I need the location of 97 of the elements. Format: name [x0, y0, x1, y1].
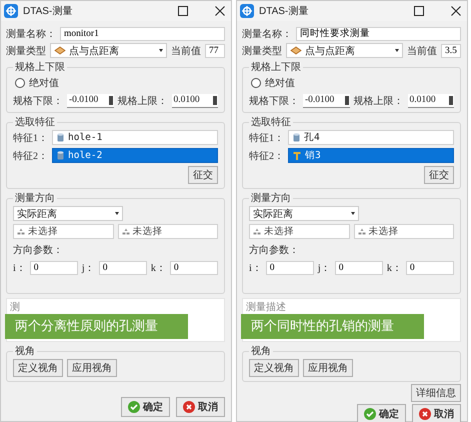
- view-button[interactable]: 应用视角: [303, 359, 353, 377]
- feature-label: 特征2：: [249, 150, 284, 162]
- ok-button[interactable]: 确定: [357, 404, 406, 422]
- swap-feature-button[interactable]: 征交: [424, 166, 454, 184]
- feature-item[interactable]: 销3: [288, 148, 454, 163]
- picker-field[interactable]: 未选择: [118, 224, 218, 239]
- lower-limit-spinbox[interactable]: -0.0100: [67, 94, 114, 108]
- lower-limit-spinbox[interactable]: -0.0100: [303, 94, 350, 108]
- lower-limit-label: 规格下限：: [13, 94, 63, 108]
- point-icon: [122, 228, 130, 235]
- current-value-label: 当前值: [171, 44, 201, 58]
- group-title: 选取特征: [250, 116, 292, 129]
- upper-limit-label: 规格上限：: [118, 94, 168, 108]
- point-icon: [17, 228, 25, 235]
- absolute-label: 绝对值: [265, 76, 295, 90]
- feature-item[interactable]: 孔4: [288, 130, 454, 145]
- upper-limit-label: 规格上限：: [354, 94, 404, 108]
- view-button[interactable]: 定义视角: [249, 359, 299, 377]
- group-title: 规格上下限: [14, 60, 66, 74]
- details-button[interactable]: 详细信息: [411, 384, 461, 402]
- absolute-label: 绝对值: [29, 76, 59, 90]
- picker-field[interactable]: 未选择: [249, 224, 350, 239]
- cancel-button[interactable]: 取消: [412, 404, 461, 422]
- upper-limit-spinbox[interactable]: 0.0100: [172, 94, 218, 108]
- cylinder-icon: [57, 133, 64, 142]
- description-field[interactable]: 测 两个分离性原则的孔测量: [6, 298, 225, 342]
- param-field[interactable]: 0: [170, 260, 218, 274]
- cancel-button[interactable]: 取消: [176, 397, 225, 417]
- caption-banner: 两个分离性原则的孔测量: [5, 314, 188, 339]
- param-label: j：: [82, 262, 95, 274]
- param-field[interactable]: 0: [406, 260, 454, 274]
- param-field[interactable]: 0: [334, 260, 383, 274]
- param-field[interactable]: 0: [98, 260, 147, 274]
- group-title: 视角: [250, 344, 272, 358]
- view-button[interactable]: 定义视角: [13, 359, 63, 377]
- feature-item[interactable]: hole-2: [52, 148, 218, 163]
- maximize-icon[interactable]: [414, 6, 424, 16]
- params-label: 方向参数：: [249, 244, 299, 256]
- absolute-radio[interactable]: [251, 78, 261, 88]
- lower-limit-label: 规格下限：: [249, 94, 299, 108]
- window-title: DTAS-测量: [23, 4, 74, 18]
- name-label: 测量名称：: [242, 28, 292, 40]
- distance-icon: [290, 46, 302, 55]
- type-dropdown[interactable]: 点与点距离: [286, 43, 403, 58]
- group-title: 视角: [14, 344, 36, 358]
- close-icon[interactable]: [451, 6, 461, 16]
- param-label: i：: [13, 262, 26, 274]
- cylinder-icon: [293, 133, 300, 142]
- app-icon: [4, 4, 18, 18]
- close-icon: [183, 401, 195, 413]
- absolute-radio[interactable]: [15, 78, 25, 88]
- current-value-field[interactable]: 3.5: [441, 44, 461, 58]
- param-field[interactable]: 0: [30, 260, 78, 274]
- swap-feature-button[interactable]: 征交: [188, 166, 218, 184]
- params-label: 方向参数：: [13, 244, 63, 256]
- type-dropdown[interactable]: 点与点距离: [50, 43, 167, 58]
- pin-icon: [293, 151, 301, 160]
- name-label: 测量名称：: [6, 28, 56, 40]
- feature-label: 特征1：: [13, 132, 48, 144]
- check-icon: [128, 401, 140, 413]
- view-button[interactable]: 应用视角: [67, 359, 117, 377]
- type-label: 测量类型: [242, 44, 282, 58]
- param-label: j：: [318, 262, 331, 274]
- picker-field[interactable]: 未选择: [13, 224, 114, 239]
- group-title: 选取特征: [14, 116, 56, 129]
- direction-dropdown[interactable]: 实际距离: [249, 206, 359, 221]
- description-field[interactable]: 测量描述 两个同时性的孔销的测量: [242, 298, 461, 342]
- window-title: DTAS-测量: [259, 4, 310, 18]
- param-label: i：: [249, 262, 262, 274]
- name-field[interactable]: monitor1: [60, 26, 225, 40]
- point-icon: [358, 228, 366, 235]
- ok-button[interactable]: 确定: [121, 397, 170, 417]
- feature-item[interactable]: hole-1: [52, 130, 218, 145]
- caption-banner: 两个同时性的孔销的测量: [241, 314, 424, 339]
- param-label: k：: [150, 262, 166, 274]
- group-title: 测量方向: [250, 192, 292, 205]
- current-value-field[interactable]: 77: [205, 44, 225, 58]
- cylinder-icon: [57, 151, 64, 160]
- direction-dropdown[interactable]: 实际距离: [13, 206, 123, 221]
- picker-field[interactable]: 未选择: [354, 224, 454, 239]
- point-icon: [253, 228, 261, 235]
- close-icon[interactable]: [215, 6, 225, 16]
- param-field[interactable]: 0: [266, 260, 314, 274]
- maximize-icon[interactable]: [178, 6, 188, 16]
- type-label: 测量类型: [6, 44, 46, 58]
- feature-label: 特征1：: [249, 132, 284, 144]
- name-field[interactable]: 同时性要求测量: [296, 26, 461, 40]
- feature-label: 特征2：: [13, 150, 48, 162]
- upper-limit-spinbox[interactable]: 0.0100: [408, 94, 454, 108]
- app-icon: [240, 4, 254, 18]
- close-icon: [419, 408, 431, 420]
- param-label: k：: [386, 262, 402, 274]
- group-title: 规格上下限: [250, 60, 302, 74]
- check-icon: [364, 408, 376, 420]
- distance-icon: [54, 46, 66, 55]
- group-title: 测量方向: [14, 192, 56, 205]
- current-value-label: 当前值: [407, 44, 437, 58]
